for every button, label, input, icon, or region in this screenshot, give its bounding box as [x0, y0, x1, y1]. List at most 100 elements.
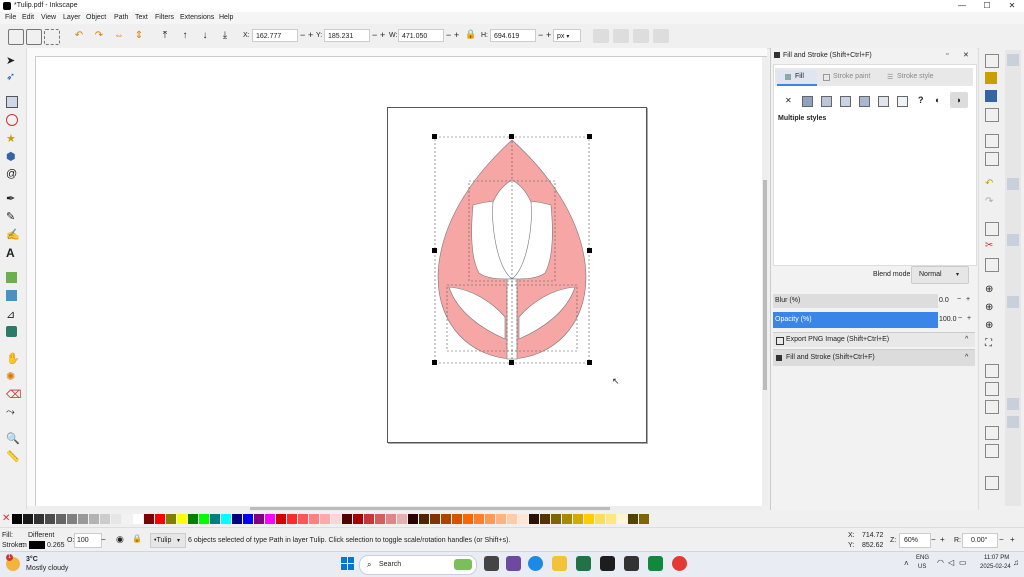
menu-extensions[interactable]: Extensions [180, 14, 214, 21]
color-swatch[interactable] [199, 514, 209, 524]
store-icon[interactable] [600, 556, 615, 571]
color-swatch[interactable] [364, 514, 374, 524]
snap-path-icon[interactable] [1007, 252, 1019, 264]
h-decrement-button[interactable]: − [538, 31, 543, 40]
paint-flat-button[interactable] [802, 96, 813, 107]
color-swatch[interactable] [397, 514, 407, 524]
color-swatch[interactable] [606, 514, 616, 524]
opacity-value[interactable]: 100.0 [939, 316, 957, 323]
zoom-decrement-button[interactable]: − [931, 535, 936, 544]
snap-bbox-icon[interactable] [1007, 178, 1019, 190]
no-paint-swatch[interactable]: ✕ [2, 513, 10, 524]
color-swatch[interactable] [353, 514, 363, 524]
lower-to-bottom-icon[interactable]: ⤓ [218, 29, 232, 43]
copy-icon[interactable] [985, 222, 999, 236]
color-swatch[interactable] [276, 514, 286, 524]
color-swatch[interactable] [386, 514, 396, 524]
x-input[interactable]: 162.777 [252, 29, 298, 42]
blur-increment-button[interactable]: + [966, 296, 970, 303]
color-swatch[interactable] [67, 514, 77, 524]
status-opacity-minus[interactable]: − [101, 535, 106, 544]
unlink-clone-icon[interactable] [985, 400, 999, 414]
color-swatch[interactable] [133, 514, 143, 524]
color-swatch[interactable] [298, 514, 308, 524]
color-swatch[interactable] [56, 514, 66, 524]
paint-bucket-tool-icon[interactable] [6, 326, 17, 337]
color-swatch[interactable] [342, 514, 352, 524]
inkscape-taskbar-icon[interactable] [624, 556, 639, 571]
snap-center-icon[interactable] [1007, 296, 1019, 308]
y-decrement-button[interactable]: − [372, 31, 377, 40]
color-swatch[interactable] [551, 514, 561, 524]
menu-file[interactable]: File [5, 14, 16, 21]
fill-rule-evenodd-icon[interactable]: ◖ [934, 95, 939, 105]
import-icon[interactable] [985, 134, 999, 148]
paste-icon[interactable] [985, 258, 999, 272]
minimize-button[interactable]: — [950, 0, 974, 12]
clock-date[interactable]: 2025-02-24 [980, 564, 1011, 570]
color-swatch[interactable] [45, 514, 55, 524]
y-input[interactable]: 185.231 [324, 29, 370, 42]
color-swatch[interactable] [232, 514, 242, 524]
color-swatch[interactable] [529, 514, 539, 524]
pen-tool-icon[interactable]: ✒ [6, 192, 20, 206]
zoom-page-icon[interactable]: ⊕ [985, 320, 997, 332]
color-swatch[interactable] [254, 514, 264, 524]
color-swatch[interactable] [166, 514, 176, 524]
tweak-tool-icon[interactable]: ✋ [6, 352, 20, 366]
tab-fill[interactable]: Fill [777, 70, 817, 86]
taskbar-search-box[interactable]: ⌕ Search [359, 555, 477, 575]
color-swatch[interactable] [12, 514, 22, 524]
menu-object[interactable]: Object [86, 14, 106, 21]
color-swatch[interactable] [100, 514, 110, 524]
select-all-icon[interactable] [8, 29, 24, 45]
open-document-icon[interactable] [985, 72, 997, 84]
zoom-drawing-icon[interactable]: ⊕ [985, 302, 997, 314]
menu-edit[interactable]: Edit [22, 14, 34, 21]
paint-pattern-button[interactable] [878, 96, 889, 107]
export-png-dock[interactable]: Export PNG Image (Shift+Ctrl+E) ^ [773, 332, 975, 347]
notification-bell-icon[interactable]: ♫ [1013, 558, 1019, 567]
zoom-selection-icon[interactable]: ⊕ [985, 284, 997, 296]
menu-help[interactable]: Help [219, 14, 233, 21]
snap-nodes-icon[interactable] [1007, 234, 1019, 246]
menu-path[interactable]: Path [114, 14, 128, 21]
color-swatch[interactable] [23, 514, 33, 524]
transform-patterns-icon[interactable] [653, 29, 669, 43]
color-swatch[interactable] [188, 514, 198, 524]
x-increment-button[interactable]: + [308, 31, 313, 40]
eraser-tool-icon[interactable]: ⌫ [6, 388, 22, 402]
color-swatch[interactable] [540, 514, 550, 524]
color-swatch[interactable] [34, 514, 44, 524]
scale-corners-icon[interactable] [613, 29, 629, 43]
stroke-width-value[interactable]: 0.265 [47, 542, 65, 549]
export-collapse-button[interactable]: ^ [965, 336, 968, 343]
color-swatch[interactable] [89, 514, 99, 524]
color-swatch[interactable] [562, 514, 572, 524]
zoom-tool-icon[interactable]: 🔍 [6, 432, 20, 446]
color-swatch[interactable] [639, 514, 649, 524]
rotate-ccw-icon[interactable]: ↶ [72, 29, 86, 43]
layer-visibility-icon[interactable]: ◉ [116, 534, 124, 545]
snap-intersection-icon[interactable] [1007, 270, 1019, 282]
rotation-increment-button[interactable]: + [1010, 535, 1015, 544]
snap-grid-icon[interactable] [1007, 398, 1019, 410]
dialog-close-button[interactable]: ✕ [963, 51, 969, 59]
3d-box-tool-icon[interactable]: ⬢ [6, 150, 20, 164]
color-swatch[interactable] [463, 514, 473, 524]
maximize-button[interactable]: ☐ [975, 0, 999, 12]
horizontal-scrollbar-thumb[interactable] [250, 507, 610, 510]
scale-stroke-icon[interactable] [593, 29, 609, 43]
color-swatch[interactable] [518, 514, 528, 524]
rotation-input[interactable]: 0.00° [962, 533, 998, 548]
print-icon[interactable] [985, 108, 999, 122]
battery-icon[interactable]: ▭ [959, 558, 967, 567]
color-swatch[interactable] [408, 514, 418, 524]
opacity-slider[interactable]: Opacity (%) [773, 312, 938, 328]
h-input[interactable]: 694.619 [490, 29, 536, 42]
group-icon[interactable] [985, 426, 999, 440]
weather-condition[interactable]: Mostly cloudy [26, 565, 68, 572]
color-swatch[interactable] [144, 514, 154, 524]
blend-mode-select[interactable]: Normal ▾ [911, 266, 969, 284]
dropper-tool-icon[interactable]: ⊿ [6, 308, 20, 322]
